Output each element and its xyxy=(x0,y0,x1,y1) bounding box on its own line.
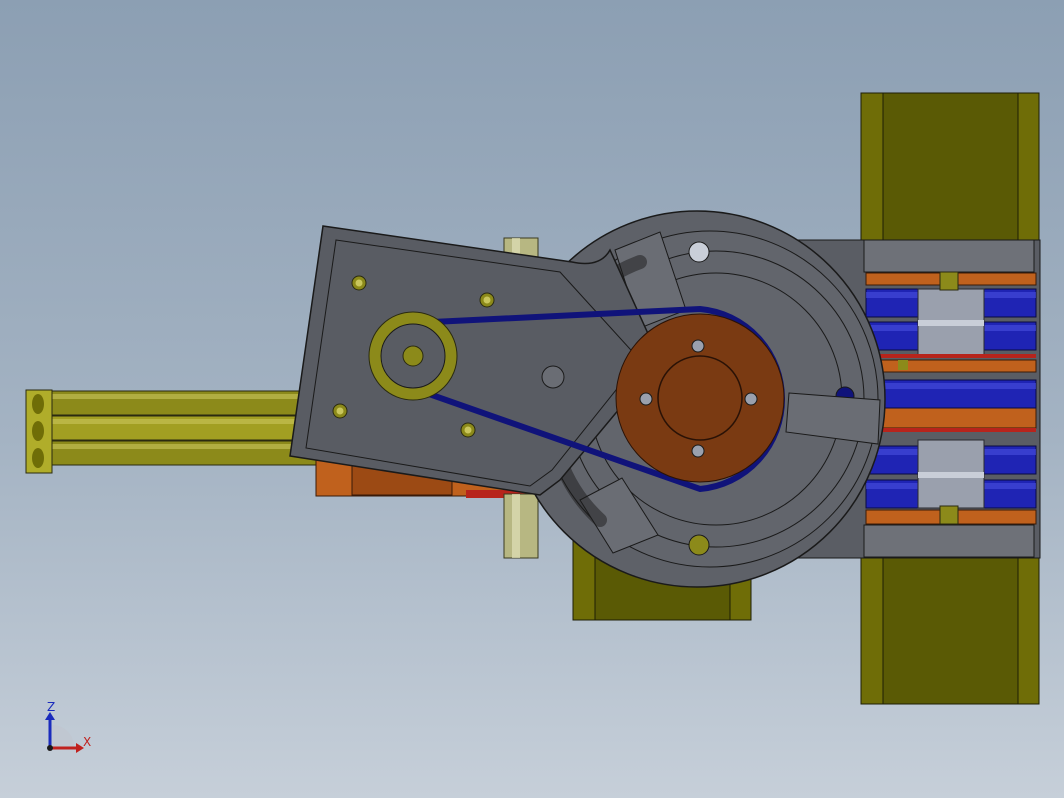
right-motor-bottom xyxy=(860,556,1040,705)
x-axis-label: X xyxy=(83,735,91,749)
small-pulley xyxy=(368,311,458,401)
coordinate-triad: Z X xyxy=(45,700,91,753)
assembly-drawing: Z X xyxy=(25,92,1041,753)
z-axis-label: Z xyxy=(47,700,55,714)
large-pulley xyxy=(615,313,785,483)
right-motor-top xyxy=(860,92,1040,242)
cad-viewport[interactable]: Z X xyxy=(0,0,1064,798)
